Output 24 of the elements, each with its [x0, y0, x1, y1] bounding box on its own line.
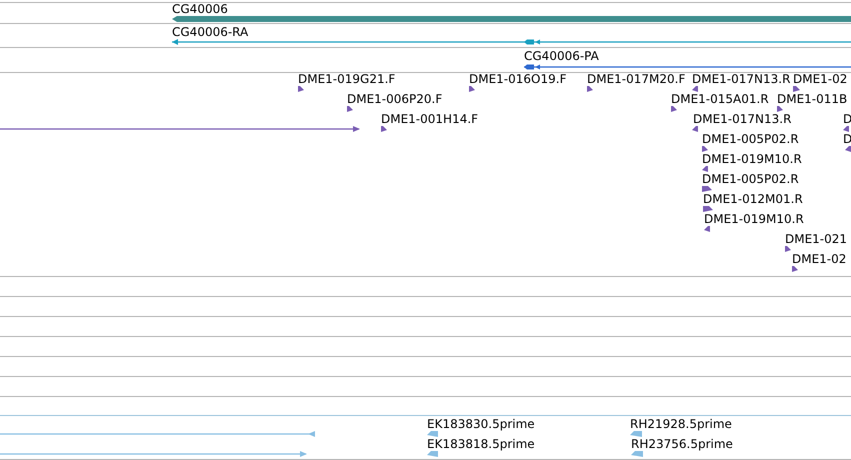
feature-label: DME1-019M10.R [702, 152, 802, 166]
feature-label: DME1-02 [792, 252, 846, 266]
feature-label: RH21928.5prime [630, 417, 732, 431]
feature-label: EK183830.5prime [427, 417, 535, 431]
feature-label: DME1-019G21.F [298, 72, 396, 86]
feature-label: DME1-011B [777, 92, 848, 106]
feature-label: DME1-006P20.F [347, 92, 442, 106]
feature-label: DME1-017N13.R [693, 112, 792, 126]
feature-label: DME1-021 [785, 232, 848, 246]
feature-label: DME1-015A01.R [671, 92, 769, 106]
feature-label: RH23756.5prime [631, 437, 733, 451]
feature-label: DME1-012M01.R [703, 192, 803, 206]
feature-label: DME1-005P02.R [702, 172, 799, 186]
feature-label: DME1-001H14.F [381, 112, 478, 126]
feature-label: CG40006-RA [172, 25, 248, 39]
feature-label: CG40006 [172, 2, 228, 16]
feature-label: EK183818.5prime [427, 437, 535, 451]
feature-label: DME1-005P02.R [702, 132, 799, 146]
feature-label: DME1-017M20.F [587, 72, 686, 86]
feature-label: DME1-016O19.F [469, 72, 566, 86]
feature-label: DME1-02 [793, 72, 848, 86]
feature-label: DME1-019M10.R [704, 212, 804, 226]
feature-label: DME1-017N13.R [692, 72, 790, 86]
feature-label: CG40006-PA [524, 49, 599, 63]
